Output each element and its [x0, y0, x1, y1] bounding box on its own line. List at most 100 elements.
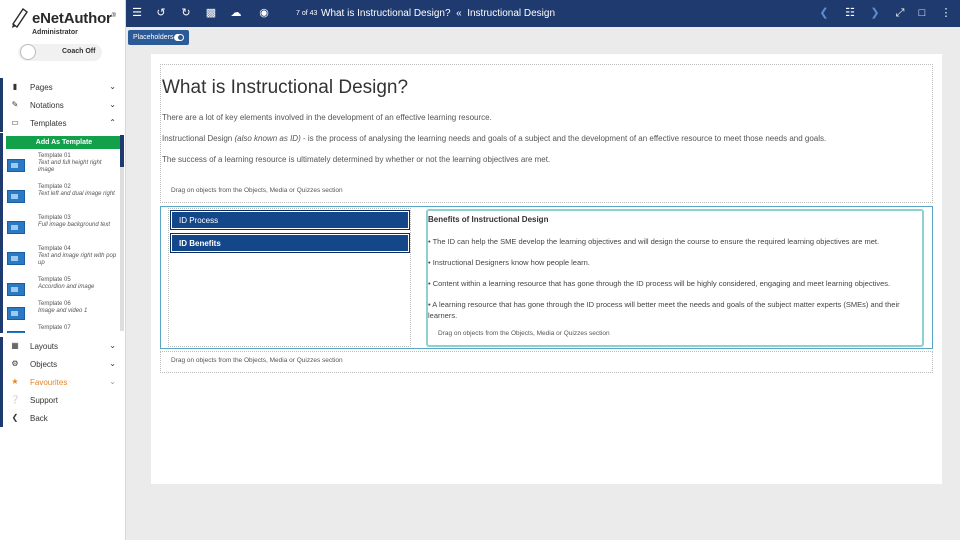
edit-icon: ✎ [11, 100, 19, 109]
next-page-icon[interactable]: ❯ [869, 7, 881, 19]
coach-toggle[interactable]: Coach Off [18, 44, 102, 61]
image-icon [7, 283, 25, 296]
pen-logo-icon [12, 7, 28, 28]
template-title: Template 06 [38, 301, 71, 307]
template-item[interactable]: Template 03 Full image background text [5, 215, 120, 245]
logo-text: eNetAuthor® [32, 10, 116, 27]
coach-label: Coach Off [62, 48, 96, 55]
drag-hint: Drag on objects from the Objects, Media … [438, 330, 610, 337]
bullet-item: • Instructional Designers know how peopl… [428, 258, 590, 267]
template-title: Template 05 [38, 277, 71, 283]
paragraph-text: Instructional Design [162, 134, 235, 143]
template-title: Template 01 [38, 153, 71, 159]
chevron-down-icon: ⌄ [109, 341, 116, 350]
undo-icon[interactable]: ↺ [155, 7, 167, 19]
sidebar-item-support[interactable]: ❔ Support [0, 391, 124, 409]
templates-panel: Add As Template Template 01 Text and ful… [0, 133, 124, 333]
monitor-icon: ▭ [11, 118, 19, 127]
toggle-icon [174, 34, 184, 41]
drag-hint: Drag on objects from the Objects, Media … [171, 187, 343, 194]
chevron-up-icon: ⌃ [109, 118, 116, 127]
sidebar-item-label: Layouts [30, 342, 59, 351]
drag-hint: Drag on objects from the Objects, Media … [171, 357, 343, 364]
template-desc: Text and full height right image [38, 160, 102, 173]
sidebar-item-templates[interactable]: ▭ Templates ⌃ [0, 114, 124, 132]
top-toolbar: ☰ ↺ ↻ ▩ ☁ ◉ 7 of 43 What is Instructiona… [126, 0, 960, 27]
sidebar-item-back[interactable]: ❮ Back [0, 409, 124, 427]
template-desc: Text left and dual image right [38, 191, 115, 197]
add-as-template-button[interactable]: Add As Template [6, 136, 122, 149]
sidebar-item-label: Pages [30, 83, 53, 92]
template-item[interactable]: Template 01 Text and full height right i… [5, 153, 120, 183]
sidebar-item-label: Objects [30, 360, 58, 369]
paragraph: There are a lot of key elements involved… [162, 113, 492, 122]
tab-id-benefits[interactable]: ID Benefits [170, 233, 410, 253]
question-icon: ❔ [10, 395, 20, 404]
page-counter: 7 of 43 [296, 10, 318, 17]
tab-id-process[interactable]: ID Process [170, 210, 410, 230]
sidebar-item-layouts[interactable]: ▦ Layouts ⌄ [0, 337, 124, 355]
sidebar: eNetAuthor® Administrator Coach Off ▮ Pa… [0, 0, 126, 540]
grid-icon: ▦ [11, 341, 19, 350]
bullet-item: • The ID can help the SME develop the le… [428, 237, 880, 246]
page-title: What is Instructional Design? [321, 8, 451, 19]
image-icon [7, 331, 25, 333]
image-icon [7, 252, 25, 265]
paragraph-text: - is the process of analysing the learni… [300, 134, 827, 143]
sidebar-item-label: Favourites [30, 378, 68, 387]
placeholders-toggle-button[interactable]: Placeholders [128, 30, 189, 45]
sidebar-item-label: Templates [30, 119, 67, 128]
image-icon [7, 159, 25, 172]
save-icon[interactable]: ▩ [205, 7, 217, 19]
breadcrumb-separator: « [456, 8, 462, 19]
template-title: Template 04 [38, 246, 71, 252]
placeholders-label: Placeholders [133, 34, 174, 41]
menu-more-icon[interactable]: ⋮ [940, 7, 952, 19]
previous-page-icon[interactable]: ❮ [818, 7, 830, 19]
paragraph: The success of a learning resource is ul… [162, 155, 551, 164]
redo-icon[interactable]: ↻ [180, 7, 192, 19]
gears-icon: ⚙ [11, 359, 19, 368]
user-role: Administrator [32, 29, 78, 36]
scrollbar-thumb[interactable] [120, 135, 124, 167]
image-icon [7, 221, 25, 234]
chevron-down-icon: ⌄ [109, 100, 116, 109]
bullet-item: • A learning resource that has gone thro… [428, 300, 900, 320]
sidebar-item-label: Notations [30, 101, 64, 110]
trash-icon[interactable]: □ [916, 7, 928, 19]
paragraph-italic: (also known as ID) [234, 134, 301, 143]
expand-icon[interactable]: ⤢ [894, 7, 906, 19]
panel-title: Benefits of Instructional Design [428, 215, 549, 224]
star-icon: ★ [11, 377, 19, 386]
file-icon: ▮ [12, 82, 18, 91]
app-logo: eNetAuthor® Administrator [10, 4, 120, 38]
template-desc: Text and image right with pop up [38, 253, 117, 266]
templates-scrollbar[interactable] [120, 135, 124, 331]
toggle-knob [20, 44, 36, 60]
chevron-down-icon: ⌄ [109, 82, 116, 91]
bullet-item: • Content within a learning resource tha… [428, 279, 891, 288]
sidebar-item-label: Support [30, 396, 59, 405]
page-breadcrumb: What is Instructional Design? « Instruct… [321, 8, 555, 19]
sidebar-item-pages[interactable]: ▮ Pages ⌄ [0, 78, 124, 96]
template-desc: Accordion and image [38, 284, 95, 290]
paragraph: Instructional Design (also known as ID) … [162, 134, 826, 143]
chevron-down-icon: ⌄ [109, 359, 116, 368]
template-title: Template 03 [38, 215, 71, 221]
template-title: Template 02 [38, 184, 71, 190]
template-item[interactable]: Template 02 Text left and dual image rig… [5, 184, 120, 214]
image-icon [7, 190, 25, 203]
chevron-down-icon: ⌄ [109, 377, 116, 386]
template-item[interactable]: Template 07 [5, 325, 120, 333]
back-icon: ❮ [11, 413, 19, 422]
eye-icon[interactable]: ◉ [258, 7, 270, 19]
section-title: Instructional Design [467, 8, 556, 19]
sitemap-icon[interactable]: ☷ [844, 7, 856, 19]
template-item[interactable]: Template 04 Text and image right with po… [5, 246, 120, 276]
sidebar-item-label: Back [30, 414, 48, 423]
sidebar-item-favourites[interactable]: ★ Favourites ⌄ [0, 373, 124, 391]
sidebar-item-notations[interactable]: ✎ Notations ⌄ [0, 96, 124, 114]
cloud-upload-icon[interactable]: ☁ [230, 7, 242, 19]
sidebar-item-objects[interactable]: ⚙ Objects ⌄ [0, 355, 124, 373]
menu-icon[interactable]: ☰ [131, 7, 143, 19]
